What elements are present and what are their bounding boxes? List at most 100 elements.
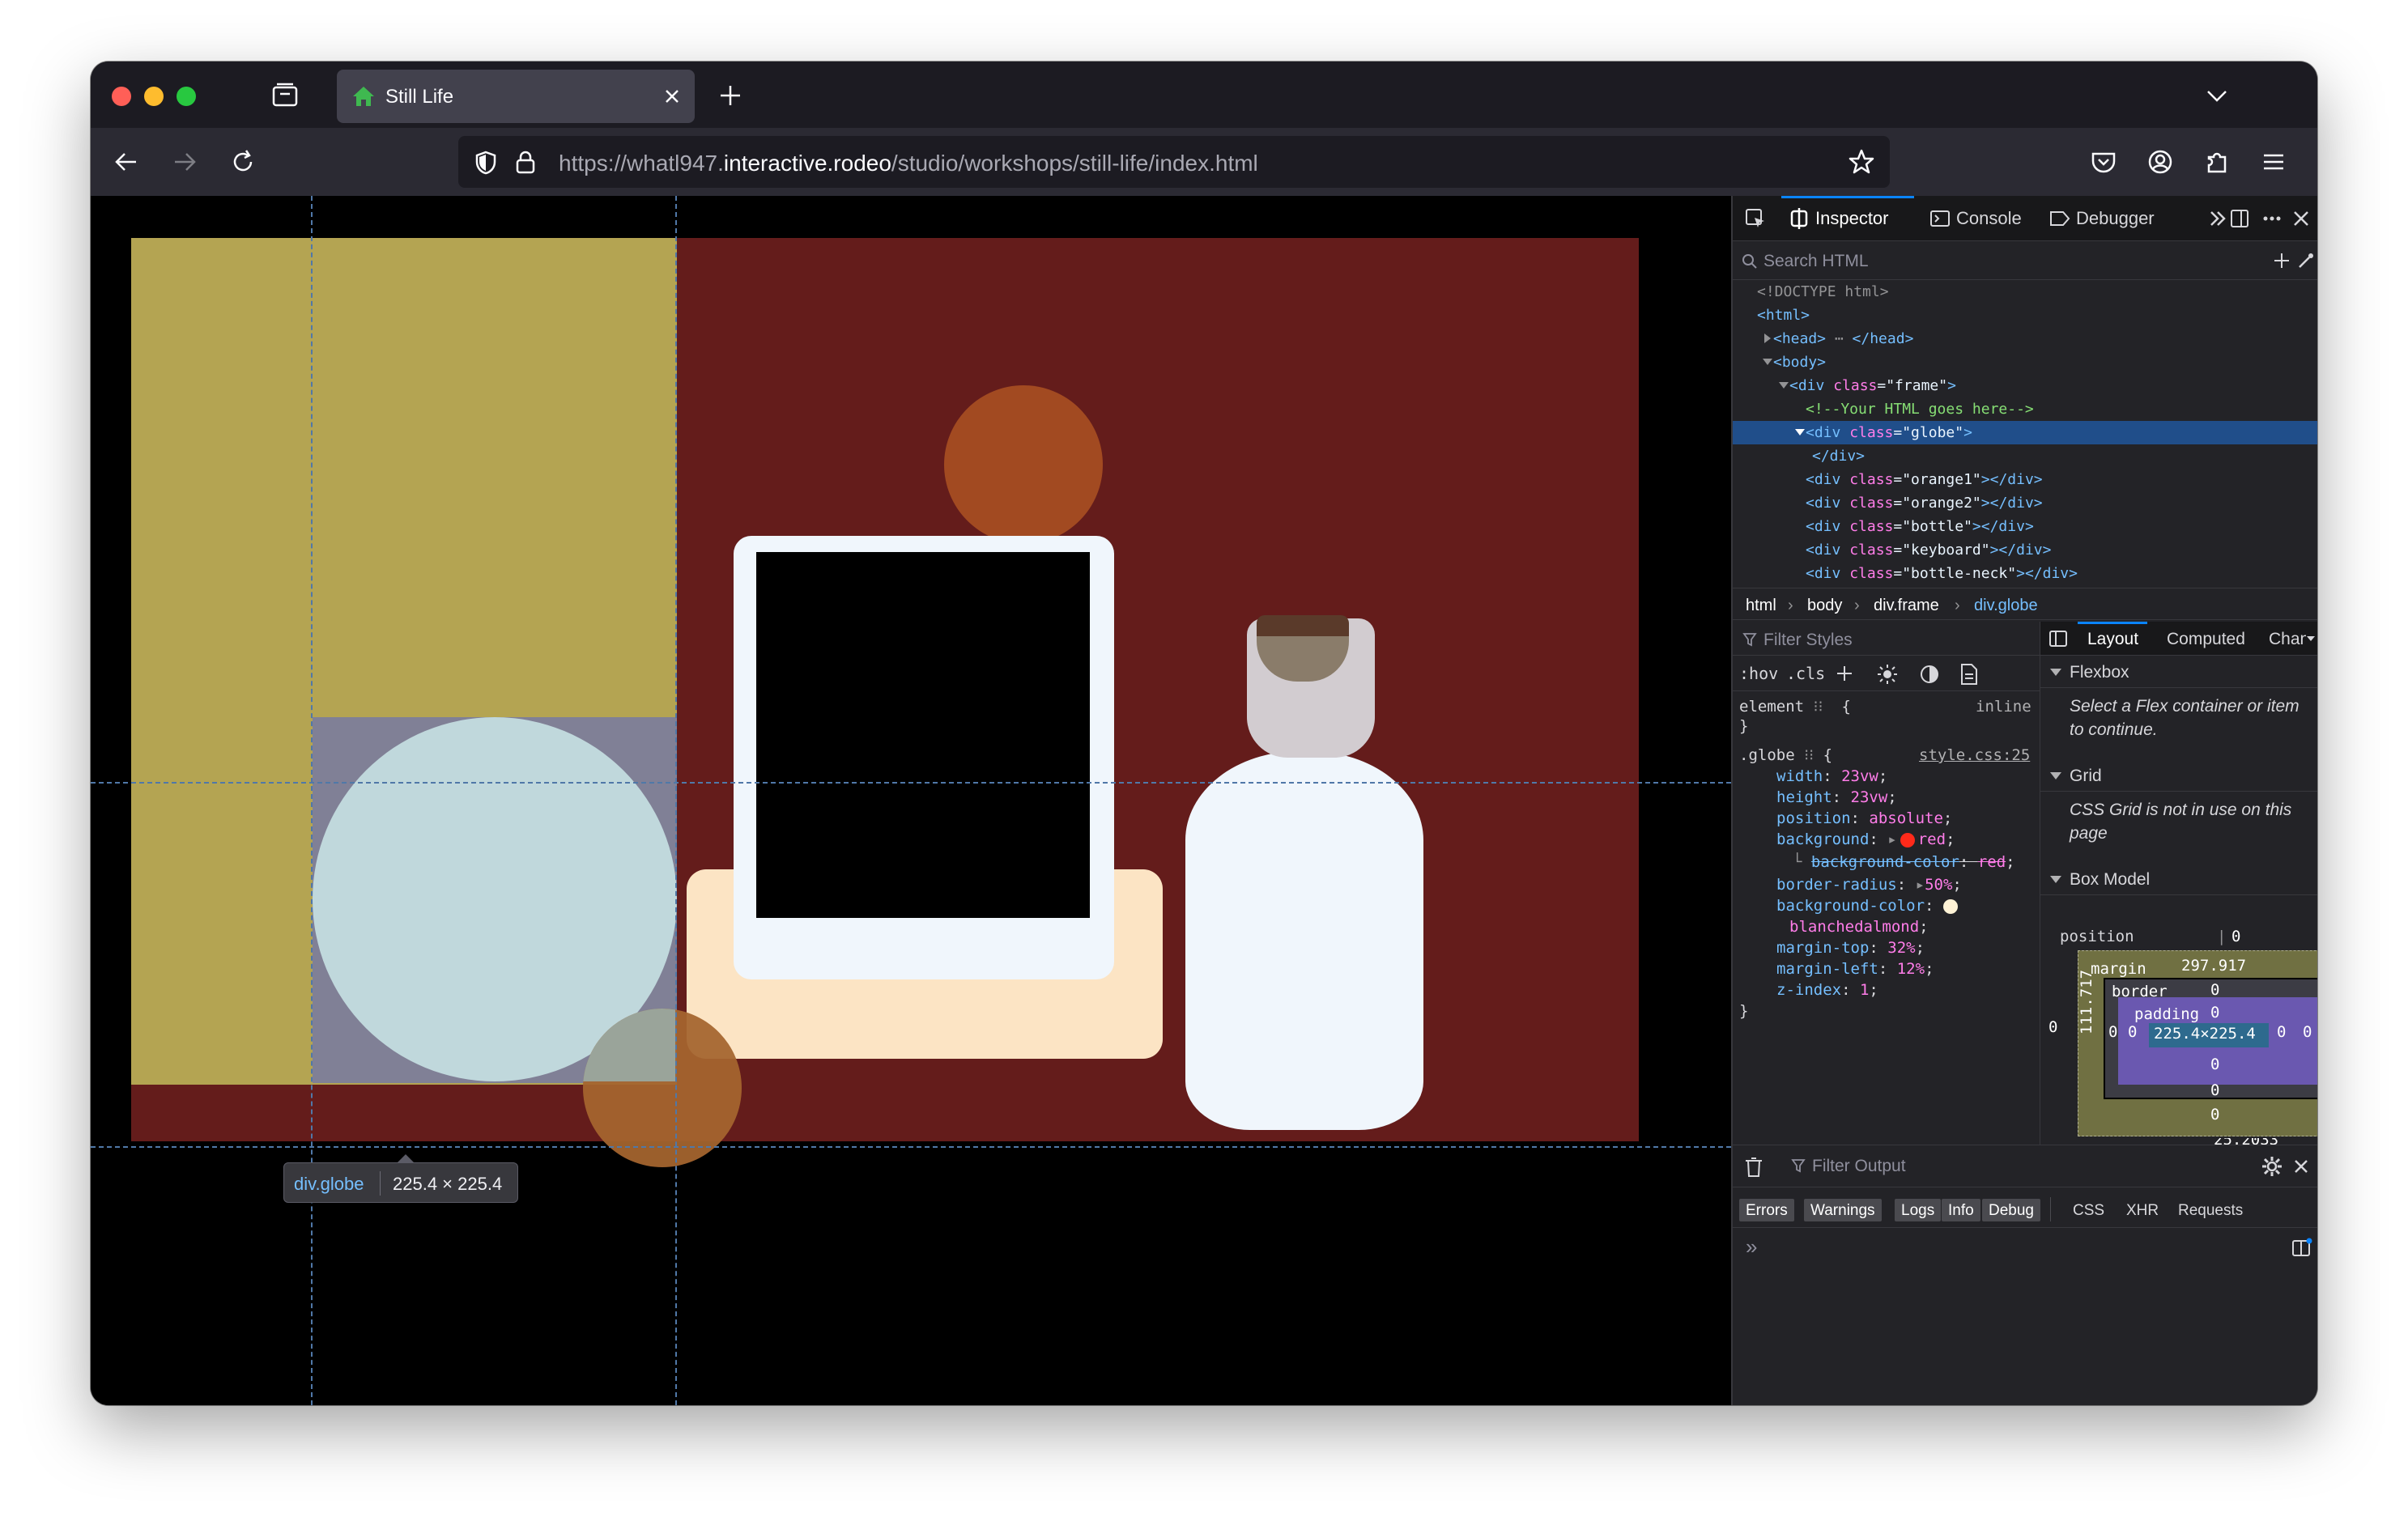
more-tools-chevrons-icon[interactable] bbox=[2207, 207, 2230, 230]
url-text[interactable]: https://whatl947.interactive.rodeo/studi… bbox=[559, 151, 1258, 176]
add-node-icon[interactable] bbox=[2272, 251, 2291, 270]
padding-right-value[interactable]: 0 bbox=[2277, 1023, 2286, 1041]
close-devtools-icon[interactable] bbox=[2290, 207, 2312, 230]
decl-height[interactable]: height: 23vw; bbox=[1776, 788, 1897, 806]
tab-console[interactable]: Console bbox=[1956, 208, 2022, 229]
border-right-value[interactable]: 0 bbox=[2303, 1023, 2312, 1041]
eyedropper-icon[interactable] bbox=[2296, 251, 2316, 270]
editor-mode-icon[interactable] bbox=[2291, 1238, 2312, 1257]
margin-left-value[interactable]: 111.717 bbox=[2078, 970, 2095, 1034]
markup-div-bottle-neck[interactable]: <div class="bottle-neck"></div> bbox=[1733, 562, 2317, 585]
markup-div-close[interactable]: </div> bbox=[1733, 444, 2317, 468]
markup-div-globe-selected[interactable]: <div class="globe"> bbox=[1733, 421, 2317, 444]
markup-div-orange1[interactable]: <div class="orange1"></div> bbox=[1733, 468, 2317, 491]
content-size[interactable]: 225.4×225.4 bbox=[2154, 1025, 2256, 1043]
extensions-puzzle-icon[interactable] bbox=[2202, 147, 2231, 176]
close-window-button[interactable] bbox=[112, 87, 131, 106]
element-rule-header[interactable]: element ⁝⁝ { bbox=[1739, 698, 1851, 716]
account-icon[interactable] bbox=[2146, 147, 2175, 176]
bookmark-star-icon[interactable] bbox=[1848, 148, 1875, 176]
decl-background[interactable]: background: ▸ red; bbox=[1776, 830, 1955, 848]
page-viewport[interactable]: div.globe 225.4 × 225.4 bbox=[91, 196, 1731, 1405]
minimize-window-button[interactable] bbox=[144, 87, 164, 106]
tab-still-life[interactable]: Still Life bbox=[337, 70, 695, 123]
padding-bottom-value[interactable]: 0 bbox=[2210, 1056, 2219, 1073]
console-prompt[interactable]: » bbox=[1746, 1234, 1757, 1260]
breadcrumb-body[interactable]: body bbox=[1807, 597, 1842, 615]
search-html-input[interactable]: Search HTML bbox=[1763, 252, 1869, 271]
markup-div-bottle[interactable]: <div class="bottle"></div> bbox=[1733, 515, 2317, 538]
print-document-icon[interactable] bbox=[1959, 663, 1979, 686]
hamburger-menu-icon[interactable] bbox=[2259, 147, 2288, 176]
filter-styles-input[interactable]: Filter Styles bbox=[1763, 631, 1853, 650]
tab-layout[interactable]: Layout bbox=[2087, 630, 2138, 649]
breadcrumb-html[interactable]: html bbox=[1746, 597, 1776, 615]
trash-icon[interactable] bbox=[1744, 1157, 1763, 1178]
markup-div-frame[interactable]: <div class="frame"> bbox=[1733, 374, 2317, 397]
dark-scheme-contrast-icon[interactable] bbox=[1919, 664, 1940, 685]
reload-icon[interactable] bbox=[228, 147, 257, 176]
tab-debugger[interactable]: Debugger bbox=[2076, 208, 2155, 229]
decl-background-color-overridden[interactable]: └ background-color: red; bbox=[1793, 853, 2015, 871]
tab-manager-icon[interactable] bbox=[270, 81, 300, 110]
toggle-sidebar-icon[interactable] bbox=[2049, 630, 2068, 648]
chevron-down-icon[interactable] bbox=[2206, 86, 2228, 105]
decl-background-color[interactable]: background-color: bbox=[1776, 897, 1958, 915]
margin-top-value[interactable]: 297.917 bbox=[2181, 957, 2246, 975]
tab-inspector[interactable]: Inspector bbox=[1815, 208, 1889, 229]
globe-rule-header[interactable]: .globe ⁝⁝ { bbox=[1739, 746, 1832, 764]
collapse-triangle-icon[interactable] bbox=[1794, 427, 1806, 438]
filter-output-input[interactable]: Filter Output bbox=[1812, 1157, 1906, 1176]
light-scheme-sun-icon[interactable] bbox=[1877, 664, 1898, 685]
filter-info-button[interactable]: Info bbox=[1942, 1199, 1980, 1221]
close-tab-icon[interactable] bbox=[662, 87, 682, 106]
border-top-value[interactable]: 0 bbox=[2210, 981, 2219, 999]
position-value[interactable]: 0 bbox=[2231, 928, 2240, 945]
collapse-triangle-icon[interactable] bbox=[1762, 356, 1773, 367]
border-left-value[interactable]: 0 bbox=[2108, 1023, 2117, 1041]
color-swatch-blanchedalmond[interactable] bbox=[1942, 898, 1958, 914]
filter-warnings-button[interactable]: Warnings bbox=[1804, 1199, 1882, 1221]
new-tab-icon[interactable] bbox=[717, 83, 743, 108]
back-arrow-icon[interactable] bbox=[112, 147, 141, 176]
margin-bottom-value[interactable]: 0 bbox=[2210, 1106, 2219, 1124]
url-bar[interactable]: https://whatl947.interactive.rodeo/studi… bbox=[458, 136, 1890, 188]
decl-margin-left[interactable]: margin-left: 12%; bbox=[1776, 960, 1934, 978]
decl-width[interactable]: width: 23vw; bbox=[1776, 767, 1887, 785]
gear-icon[interactable] bbox=[2261, 1155, 2283, 1178]
padding-left-value[interactable]: 0 bbox=[2128, 1023, 2137, 1041]
hov-toggle[interactable]: :hov bbox=[1739, 664, 1778, 683]
markup-body[interactable]: <body> bbox=[1733, 350, 2317, 374]
markup-view[interactable]: <!DOCTYPE html> <html> <head> ⋯ </head> … bbox=[1733, 280, 2317, 588]
markup-div-keyboard[interactable]: <div class="keyboard"></div> bbox=[1733, 538, 2317, 562]
decl-z-index[interactable]: z-index: 1; bbox=[1776, 981, 1878, 999]
collapse-triangle-icon[interactable] bbox=[1778, 380, 1789, 391]
pocket-icon[interactable] bbox=[2089, 147, 2118, 176]
padding-top-value[interactable]: 0 bbox=[2210, 1004, 2219, 1022]
tab-changes[interactable]: Chang bbox=[2269, 630, 2306, 649]
bottle-shape[interactable] bbox=[1185, 751, 1423, 1130]
expand-triangle-icon[interactable] bbox=[1762, 333, 1773, 344]
filter-logs-button[interactable]: Logs bbox=[1895, 1199, 1942, 1221]
markup-head[interactable]: <head> ⋯ </head> bbox=[1733, 327, 2317, 350]
dock-side-icon[interactable] bbox=[2228, 207, 2251, 230]
color-swatch-red[interactable] bbox=[1900, 832, 1915, 847]
tracking-protection-shield-icon[interactable] bbox=[474, 151, 497, 175]
filter-xhr-button[interactable]: XHR bbox=[2120, 1199, 2165, 1221]
chevron-down-icon[interactable] bbox=[2306, 635, 2316, 643]
breadcrumb-div-globe[interactable]: div.globe bbox=[1974, 597, 2038, 615]
grid-section-header[interactable]: Grid bbox=[2040, 759, 2317, 792]
forward-arrow-icon[interactable] bbox=[170, 147, 199, 176]
markup-div-orange2[interactable]: <div class="orange2"></div> bbox=[1733, 491, 2317, 515]
cls-toggle[interactable]: .cls bbox=[1786, 664, 1825, 683]
add-rule-icon[interactable] bbox=[1835, 664, 1854, 683]
filter-requests-button[interactable]: Requests bbox=[2172, 1199, 2249, 1221]
element-picker-icon[interactable] bbox=[1744, 207, 1767, 230]
collapsed-ellipsis-icon[interactable]: ⋯ bbox=[1826, 330, 1853, 347]
decl-position[interactable]: position: absolute; bbox=[1776, 809, 1952, 827]
lock-icon[interactable] bbox=[515, 150, 536, 174]
border-bottom-value[interactable]: 0 bbox=[2210, 1081, 2219, 1099]
orange1-shape[interactable] bbox=[944, 385, 1103, 544]
close-icon[interactable] bbox=[2291, 1157, 2311, 1176]
markup-html[interactable]: <html> bbox=[1733, 304, 2317, 327]
